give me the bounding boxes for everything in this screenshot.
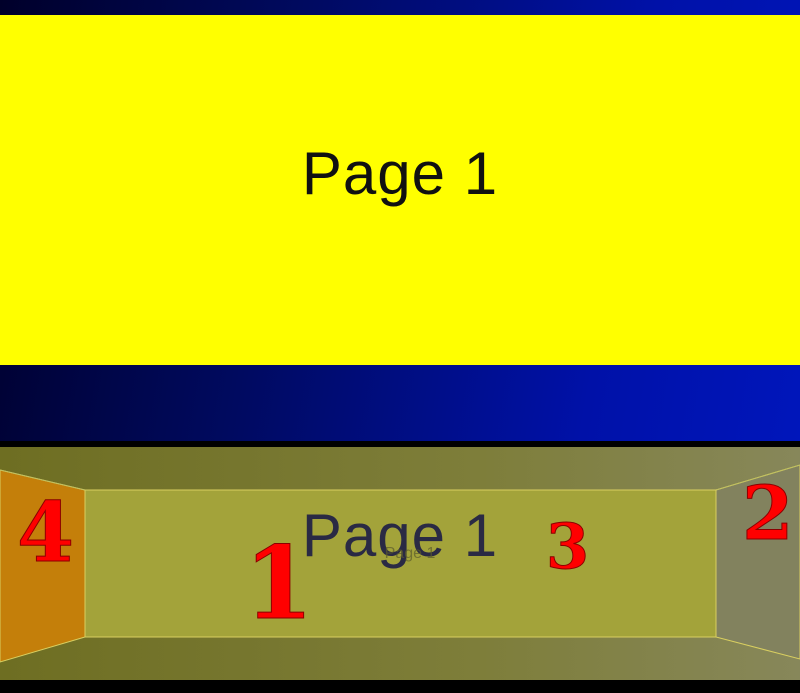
face-number-4: 4 [16,485,75,581]
bottom-strip [0,680,800,693]
page-card-title: Page 1 [301,139,499,207]
face-number-2: 2 [742,471,794,557]
page-card[interactable]: Page 1 [0,15,800,365]
face-number-1: 1 [244,524,315,642]
ghost-face-label: Page 1 [384,545,436,562]
top-preview-panel: Page 1 [0,0,800,441]
face-number-3: 3 [545,510,590,583]
cube-transition-view: Page 1 Page 1 4 1 3 2 [0,447,800,680]
